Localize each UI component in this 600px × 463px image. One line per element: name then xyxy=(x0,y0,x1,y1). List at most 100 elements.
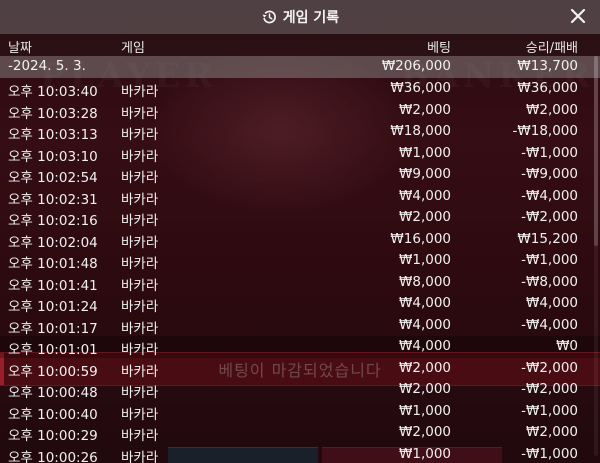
row-time: 오후 10:00:26 xyxy=(8,449,98,463)
row-time: 오후 10:00:59 xyxy=(8,363,98,380)
table-row[interactable]: 오후 10:00:29 바카라 ₩2,000 ₩2,000 xyxy=(0,422,600,444)
row-bet: ₩16,000 xyxy=(390,230,451,247)
row-result: -₩18,000 xyxy=(512,123,578,139)
summary-result-total: ₩13,700 xyxy=(517,58,578,74)
row-bet: ₩2,000 xyxy=(399,359,451,376)
table-row[interactable]: 오후 10:00:59 바카라 ₩2,000 -₩2,000 xyxy=(0,358,600,380)
row-time: 오후 10:00:40 xyxy=(8,406,98,423)
table-row[interactable]: 오후 10:03:40 바카라 ₩36,000 ₩36,000 xyxy=(0,78,600,100)
row-result: -₩1,000 xyxy=(521,402,578,419)
summary-bet-total: ₩206,000 xyxy=(381,58,451,74)
row-bet: ₩1,000 xyxy=(399,252,451,268)
row-result: -₩4,000 xyxy=(521,187,578,204)
row-game: 바카라 xyxy=(121,320,159,337)
row-bet: ₩1,000 xyxy=(399,144,451,161)
scrollbar[interactable] xyxy=(594,56,598,456)
row-game: 바카라 xyxy=(121,428,159,444)
row-result: -₩2,000 xyxy=(521,381,578,397)
row-game: 바카라 xyxy=(121,449,159,463)
row-bet: ₩4,000 xyxy=(399,187,451,204)
row-result: -₩1,000 xyxy=(521,144,578,161)
table-header: 날짜 게임 베팅 승리/패배 xyxy=(0,34,600,56)
row-bet: ₩2,000 xyxy=(399,101,451,118)
row-bet: ₩1,000 xyxy=(399,445,451,462)
column-header-result[interactable]: 승리/패배 xyxy=(526,37,578,56)
row-result: ₩36,000 xyxy=(517,80,578,96)
row-result: ₩15,200 xyxy=(517,230,578,247)
close-button[interactable] xyxy=(568,6,588,26)
row-result: -₩1,000 xyxy=(521,252,578,268)
row-game: 바카라 xyxy=(121,105,159,122)
row-time: 오후 10:00:29 xyxy=(8,428,98,444)
row-bet: ₩2,000 xyxy=(399,424,451,440)
row-bet: ₩18,000 xyxy=(390,123,451,139)
row-game: 바카라 xyxy=(121,342,159,358)
table-row[interactable]: 오후 10:02:31 바카라 ₩4,000 -₩4,000 xyxy=(0,186,600,208)
table-row[interactable]: 오후 10:02:16 바카라 ₩2,000 -₩2,000 xyxy=(0,207,600,229)
table-row[interactable]: 오후 10:00:26 바카라 ₩1,000 -₩1,000 xyxy=(0,444,600,463)
table-row[interactable]: 오후 10:02:54 바카라 ₩9,000 -₩9,000 xyxy=(0,164,600,186)
row-time: 오후 10:03:13 xyxy=(8,127,98,143)
row-time: 오후 10:02:31 xyxy=(8,191,98,208)
row-game: 바카라 xyxy=(121,191,159,208)
row-game: 바카라 xyxy=(121,148,159,165)
column-header-date[interactable]: 날짜 xyxy=(8,37,32,56)
row-time: 오후 10:01:01 xyxy=(8,342,98,358)
table-row[interactable]: 오후 10:01:48 바카라 ₩1,000 -₩1,000 xyxy=(0,250,600,272)
row-game: 바카라 xyxy=(121,170,159,186)
row-result: ₩0 xyxy=(556,338,578,354)
row-result: ₩2,000 xyxy=(526,101,578,118)
row-bet: ₩4,000 xyxy=(399,316,451,333)
table-row[interactable]: 오후 10:01:24 바카라 ₩4,000 ₩4,000 xyxy=(0,293,600,315)
row-time: 오후 10:02:04 xyxy=(8,234,98,251)
row-result: -₩4,000 xyxy=(521,316,578,333)
row-bet: ₩2,000 xyxy=(399,381,451,397)
table-row[interactable]: 오후 10:01:01 바카라 ₩4,000 ₩0 xyxy=(0,336,600,358)
date-summary-row[interactable]: -2024. 5. 3. ₩206,000 ₩13,700 xyxy=(0,56,600,78)
row-bet: ₩4,000 xyxy=(399,338,451,354)
row-game: 바카라 xyxy=(121,84,159,100)
row-game: 바카라 xyxy=(121,256,159,272)
row-time: 오후 10:01:41 xyxy=(8,277,98,294)
scrollbar-thumb[interactable] xyxy=(594,56,598,246)
column-header-bet[interactable]: 베팅 xyxy=(427,37,451,56)
row-bet: ₩4,000 xyxy=(399,295,451,311)
table-row[interactable]: 오후 10:00:40 바카라 ₩1,000 -₩1,000 xyxy=(0,401,600,423)
row-bet: ₩36,000 xyxy=(390,80,451,96)
row-game: 바카라 xyxy=(121,299,159,315)
table-row[interactable]: 오후 10:03:10 바카라 ₩1,000 -₩1,000 xyxy=(0,143,600,165)
page-title: 게임 기록 xyxy=(282,10,340,26)
column-header-game[interactable]: 게임 xyxy=(121,37,145,56)
close-icon xyxy=(570,8,586,24)
row-time: 오후 10:01:48 xyxy=(8,256,98,272)
row-game: 바카라 xyxy=(121,127,159,143)
row-result: -₩8,000 xyxy=(521,273,578,290)
row-bet: ₩9,000 xyxy=(399,166,451,182)
row-game: 바카라 xyxy=(121,385,159,401)
table-row[interactable]: 오후 10:01:41 바카라 ₩8,000 -₩8,000 xyxy=(0,272,600,294)
row-time: 오후 10:00:48 xyxy=(8,385,98,401)
row-bet: ₩8,000 xyxy=(399,273,451,290)
history-list: 오후 10:03:40 바카라 ₩36,000 ₩36,000 오후 10:03:28… xyxy=(0,78,600,463)
row-time: 오후 10:03:10 xyxy=(8,148,98,165)
title-bar: 게임 기록 xyxy=(0,0,600,34)
table-row[interactable]: 오후 10:03:28 바카라 ₩2,000 ₩2,000 xyxy=(0,100,600,122)
row-time: 오후 10:02:16 xyxy=(8,213,98,229)
row-result: -₩2,000 xyxy=(521,359,578,376)
row-bet: ₩2,000 xyxy=(399,209,451,225)
row-time: 오후 10:02:54 xyxy=(8,170,98,186)
row-result: -₩2,000 xyxy=(521,209,578,225)
game-history-panel: 게임 기록 날짜 게임 베팅 승리/패배 -2024. 5. 3. ₩206,0… xyxy=(0,0,600,463)
row-time: 오후 10:03:40 xyxy=(8,84,98,100)
history-icon xyxy=(261,9,277,25)
row-game: 바카라 xyxy=(121,363,159,380)
row-result: ₩2,000 xyxy=(526,424,578,440)
row-game: 바카라 xyxy=(121,213,159,229)
row-game: 바카라 xyxy=(121,277,159,294)
table-row[interactable]: 오후 10:00:48 바카라 ₩2,000 -₩2,000 xyxy=(0,379,600,401)
table-row[interactable]: 오후 10:03:13 바카라 ₩18,000 -₩18,000 xyxy=(0,121,600,143)
row-game: 바카라 xyxy=(121,406,159,423)
row-result: ₩4,000 xyxy=(526,295,578,311)
table-row[interactable]: 오후 10:02:04 바카라 ₩16,000 ₩15,200 xyxy=(0,229,600,251)
table-row[interactable]: 오후 10:01:17 바카라 ₩4,000 -₩4,000 xyxy=(0,315,600,337)
